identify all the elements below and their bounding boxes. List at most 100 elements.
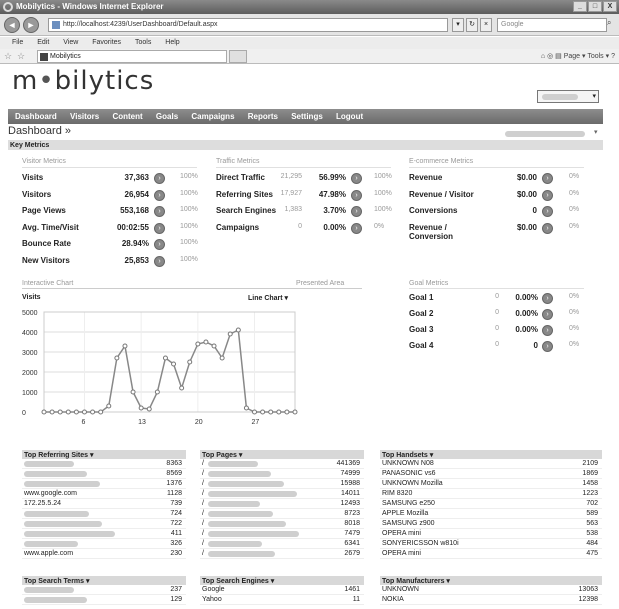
menu-item[interactable]: Favorites bbox=[92, 39, 121, 46]
menu-item[interactable]: File bbox=[12, 39, 23, 46]
compare-icon[interactable]: › bbox=[542, 222, 553, 234]
data-point[interactable] bbox=[65, 409, 71, 415]
table-row[interactable]: www.apple.com 230 bbox=[22, 549, 186, 559]
data-point[interactable] bbox=[98, 409, 104, 415]
stop-icon[interactable]: × bbox=[480, 18, 492, 32]
refresh-icon[interactable]: ↻ bbox=[466, 18, 478, 32]
table-row[interactable]: / 15988 bbox=[200, 479, 364, 489]
site-select[interactable]: ▾ bbox=[537, 90, 599, 103]
data-point[interactable] bbox=[195, 341, 201, 347]
nav-dashboard[interactable]: Dashboard bbox=[15, 112, 57, 121]
data-point[interactable] bbox=[146, 406, 152, 412]
data-point[interactable] bbox=[179, 385, 185, 391]
data-point[interactable] bbox=[154, 389, 160, 395]
compare-icon[interactable]: › bbox=[542, 206, 553, 217]
table-row[interactable]: PANASONIC vs6 1869 bbox=[380, 469, 602, 479]
maximize-button[interactable]: □ bbox=[588, 1, 602, 12]
data-point[interactable] bbox=[138, 405, 144, 411]
minimize-button[interactable]: _ bbox=[573, 1, 587, 12]
data-point[interactable] bbox=[211, 343, 217, 349]
table-row[interactable]: 8363 bbox=[22, 459, 186, 469]
table-row[interactable]: 326 bbox=[22, 539, 186, 549]
table-row[interactable]: 172.25.5.24 739 bbox=[22, 499, 186, 509]
table-title[interactable]: Top Pages ▾ bbox=[200, 450, 364, 459]
table-row[interactable]: / 74999 bbox=[200, 469, 364, 479]
new-tab-button[interactable] bbox=[229, 50, 247, 63]
compare-icon[interactable]: › bbox=[154, 189, 165, 201]
data-point[interactable] bbox=[90, 409, 96, 415]
table-title[interactable]: Top Manufacturers ▾ bbox=[380, 576, 602, 585]
data-point[interactable] bbox=[162, 355, 168, 361]
nav-reports[interactable]: Reports bbox=[248, 112, 278, 121]
table-row[interactable]: 129 bbox=[22, 595, 186, 605]
data-point[interactable] bbox=[252, 409, 258, 415]
table-row[interactable]: / 6341 bbox=[200, 539, 364, 549]
feeds-icon[interactable]: ◎ bbox=[547, 53, 553, 60]
compare-icon[interactable]: › bbox=[542, 341, 553, 352]
table-row[interactable]: Google 1461 bbox=[200, 585, 364, 595]
data-point[interactable] bbox=[203, 339, 209, 345]
table-row[interactable]: APPLE Mozilla 589 bbox=[380, 509, 602, 519]
data-point[interactable] bbox=[227, 331, 233, 337]
data-point[interactable] bbox=[122, 343, 128, 349]
compare-icon[interactable]: › bbox=[154, 255, 165, 267]
table-row[interactable]: / 12493 bbox=[200, 499, 364, 509]
data-point[interactable] bbox=[114, 355, 120, 361]
table-row[interactable]: 8569 bbox=[22, 469, 186, 479]
compare-icon[interactable]: › bbox=[154, 173, 165, 184]
help-icon[interactable]: ? bbox=[611, 53, 615, 60]
compare-icon[interactable]: › bbox=[542, 293, 553, 304]
table-title[interactable]: Top Search Terms ▾ bbox=[22, 576, 186, 585]
table-row[interactable]: 724 bbox=[22, 509, 186, 519]
url-dropdown-icon[interactable]: ▾ bbox=[452, 18, 464, 32]
menu-item[interactable]: Help bbox=[165, 39, 179, 46]
data-point[interactable] bbox=[81, 409, 87, 415]
data-point[interactable] bbox=[235, 327, 241, 333]
compare-icon[interactable]: › bbox=[542, 173, 553, 184]
compare-icon[interactable]: › bbox=[154, 206, 165, 217]
close-button[interactable]: X bbox=[603, 1, 617, 12]
compare-icon[interactable]: › bbox=[542, 309, 553, 320]
back-button[interactable]: ◄ bbox=[4, 17, 20, 33]
chart-type-select[interactable]: Line Chart ▾ bbox=[248, 294, 288, 302]
menu-item[interactable]: View bbox=[63, 39, 78, 46]
table-row[interactable]: UNKNOWN N08 2109 bbox=[380, 459, 602, 469]
add-favorites-icon[interactable]: ☆ bbox=[17, 51, 25, 62]
print-icon[interactable]: ▤ bbox=[555, 53, 562, 60]
compare-icon[interactable]: › bbox=[351, 222, 362, 234]
nav-settings[interactable]: Settings bbox=[291, 112, 323, 121]
data-point[interactable] bbox=[187, 359, 193, 365]
table-row[interactable]: 411 bbox=[22, 529, 186, 539]
home-icon[interactable]: ⌂ bbox=[541, 53, 545, 60]
compare-icon[interactable]: › bbox=[351, 206, 362, 217]
data-point[interactable] bbox=[106, 403, 112, 409]
table-title[interactable]: Top Handsets ▾ bbox=[380, 450, 602, 459]
table-row[interactable]: 237 bbox=[22, 585, 186, 595]
nav-visitors[interactable]: Visitors bbox=[70, 112, 99, 121]
chevron-down-icon[interactable]: ▾ bbox=[594, 128, 598, 136]
data-point[interactable] bbox=[73, 409, 79, 415]
table-row[interactable]: UNKNOWN 13063 bbox=[380, 585, 602, 595]
table-row[interactable]: / 14011 bbox=[200, 489, 364, 499]
table-row[interactable]: 1376 bbox=[22, 479, 186, 489]
command-bar[interactable]: ⌂ ◎ ▤ Page ▾ Tools ▾ ? bbox=[541, 52, 615, 60]
data-point[interactable] bbox=[219, 355, 225, 361]
nav-logout[interactable]: Logout bbox=[336, 112, 363, 121]
table-row[interactable]: / 2679 bbox=[200, 549, 364, 559]
table-row[interactable]: NOKIA 12398 bbox=[380, 595, 602, 605]
menu-item[interactable]: Tools bbox=[135, 39, 151, 46]
table-title[interactable]: Top Referring Sites ▾ bbox=[22, 450, 186, 459]
data-point[interactable] bbox=[130, 389, 136, 395]
table-row[interactable]: RIM 8320 1223 bbox=[380, 489, 602, 499]
compare-icon[interactable]: › bbox=[351, 189, 362, 201]
data-point[interactable] bbox=[284, 409, 290, 415]
date-range[interactable] bbox=[505, 129, 585, 138]
table-row[interactable]: UNKNOWN Mozilla 1458 bbox=[380, 479, 602, 489]
nav-content[interactable]: Content bbox=[112, 112, 142, 121]
compare-icon[interactable]: › bbox=[542, 325, 553, 336]
table-row[interactable]: SONYERICSSON w810i 484 bbox=[380, 539, 602, 549]
table-row[interactable]: / 8723 bbox=[200, 509, 364, 519]
table-row[interactable]: / 7479 bbox=[200, 529, 364, 539]
forward-button[interactable]: ► bbox=[23, 17, 39, 33]
table-title[interactable]: Top Search Engines ▾ bbox=[200, 576, 364, 585]
